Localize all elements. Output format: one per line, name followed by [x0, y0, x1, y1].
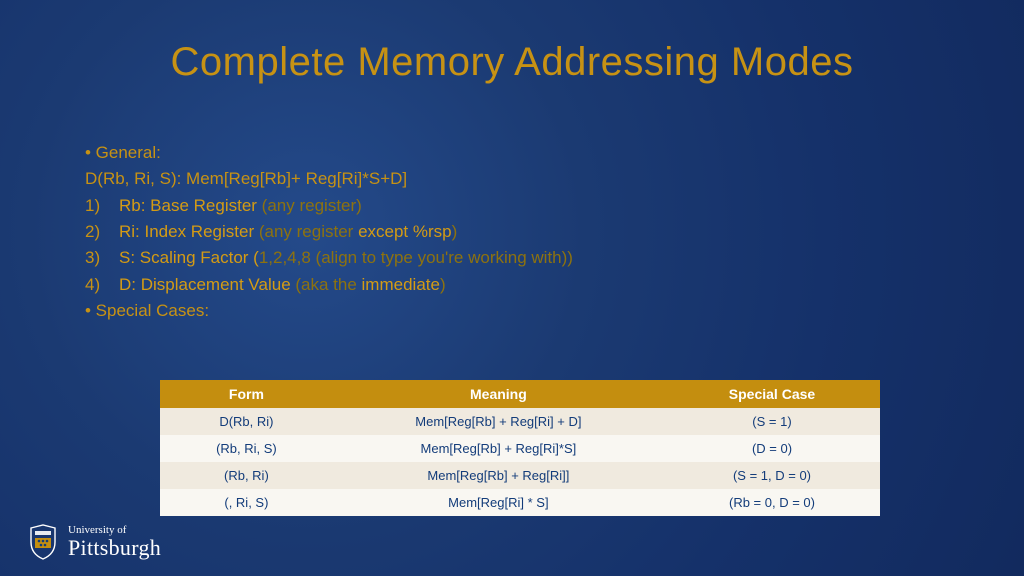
bullet-general: • General: — [85, 140, 939, 166]
table-header-row: Form Meaning Special Case — [160, 380, 880, 408]
table-row: (Rb, Ri) Mem[Reg[Rb] + Reg[Ri]] (S = 1, … — [160, 462, 880, 489]
table-row: (Rb, Ri, S) Mem[Reg[Rb] + Reg[Ri]*S] (D … — [160, 435, 880, 462]
th-meaning: Meaning — [333, 380, 664, 408]
item-note-em: immediate — [362, 275, 440, 294]
cell-meaning: Mem[Reg[Rb] + Reg[Ri] + D] — [333, 408, 664, 435]
table-row: D(Rb, Ri) Mem[Reg[Rb] + Reg[Ri] + D] (S … — [160, 408, 880, 435]
slide-title: Complete Memory Addressing Modes — [0, 40, 1024, 85]
item-note-em: except %rsp — [358, 222, 452, 241]
item-note-post: ) — [440, 275, 446, 294]
cell-form: (Rb, Ri, S) — [160, 435, 333, 462]
university-name: University of Pittsburgh — [68, 525, 161, 560]
item-term: D: Displacement Value — [119, 275, 291, 294]
special-cases-table-wrap: Form Meaning Special Case D(Rb, Ri) Mem[… — [160, 380, 880, 516]
item-note-post: ) — [452, 222, 458, 241]
th-special-case: Special Case — [664, 380, 880, 408]
table-row: (, Ri, S) Mem[Reg[Ri] * S] (Rb = 0, D = … — [160, 489, 880, 516]
cell-form: D(Rb, Ri) — [160, 408, 333, 435]
item-note: 1,2,4,8 (align to type you're working wi… — [259, 248, 573, 267]
cell-meaning: Mem[Reg[Ri] * S] — [333, 489, 664, 516]
footer: University of Pittsburgh — [28, 524, 161, 560]
item-note: (aka the — [291, 275, 362, 294]
cell-case: (S = 1, D = 0) — [664, 462, 880, 489]
item-note: (any register) — [257, 196, 362, 215]
bullet-special-cases: • Special Cases: — [85, 298, 939, 324]
university-line2: Pittsburgh — [68, 536, 161, 559]
slide-body: • General: D(Rb, Ri, S): Mem[Reg[Rb]+ Re… — [85, 140, 939, 324]
cell-meaning: Mem[Reg[Rb] + Reg[Ri]*S] — [333, 435, 664, 462]
cell-case: (Rb = 0, D = 0) — [664, 489, 880, 516]
slide: Complete Memory Addressing Modes • Gener… — [0, 0, 1024, 576]
item-note: (any register — [254, 222, 358, 241]
cell-case: (S = 1) — [664, 408, 880, 435]
parameter-list: Rb: Base Register (any register) Ri: Ind… — [85, 193, 939, 298]
cell-form: (, Ri, S) — [160, 489, 333, 516]
item-term: Rb: Base Register — [119, 196, 257, 215]
list-item: D: Displacement Value (aka the immediate… — [85, 272, 939, 298]
cell-meaning: Mem[Reg[Rb] + Reg[Ri]] — [333, 462, 664, 489]
university-shield-icon — [28, 524, 58, 560]
cell-form: (Rb, Ri) — [160, 462, 333, 489]
list-item: S: Scaling Factor (1,2,4,8 (align to typ… — [85, 245, 939, 271]
item-term: S: Scaling Factor ( — [119, 248, 259, 267]
special-cases-table: Form Meaning Special Case D(Rb, Ri) Mem[… — [160, 380, 880, 516]
cell-case: (D = 0) — [664, 435, 880, 462]
general-formula: D(Rb, Ri, S): Mem[Reg[Rb]+ Reg[Ri]*S+D] — [85, 166, 939, 192]
list-item: Ri: Index Register (any register except … — [85, 219, 939, 245]
th-form: Form — [160, 380, 333, 408]
list-item: Rb: Base Register (any register) — [85, 193, 939, 219]
item-term: Ri: Index Register — [119, 222, 254, 241]
